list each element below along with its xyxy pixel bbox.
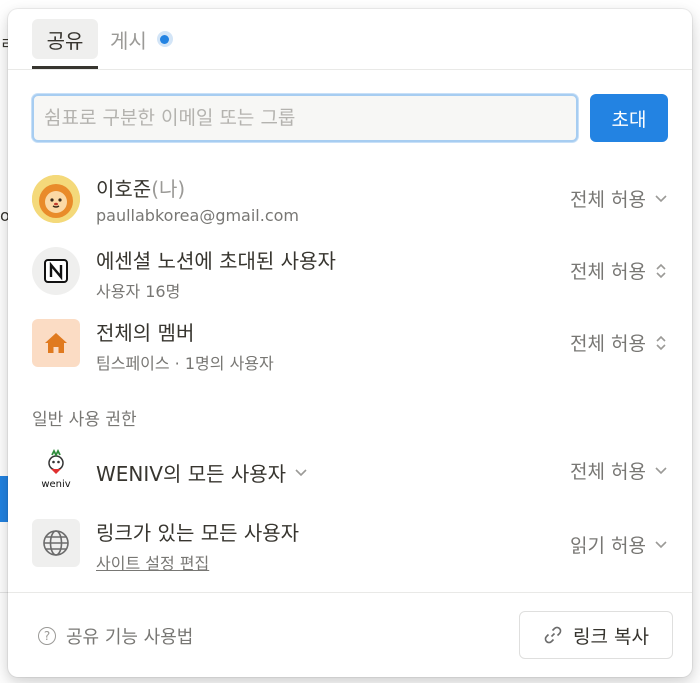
tab-share[interactable]: 공유 [32,19,98,59]
chevron-down-icon [295,468,307,476]
background-blue-element [0,476,8,522]
publish-status-dot-icon [156,31,173,47]
share-help-link[interactable]: ? 공유 기능 사용법 [38,623,193,649]
home-icon [32,319,80,367]
help-label: 공유 기능 사용법 [66,627,194,648]
workspace-access-dropdown[interactable]: WENIV의 모든 사용자 [96,458,308,487]
member-subtitle: 팀스페이스 · 1명의 사용자 [96,354,274,373]
member-name: 이호준 (나) [96,173,299,202]
tab-bar: 공유 게시 [8,9,692,70]
general-access-label: 일반 사용 권한 [32,410,137,430]
notion-logo-icon [32,247,80,295]
globe-icon [32,519,80,567]
permission-label: 전체 허용 [570,261,646,283]
member-name: 전체의 멤버 [96,321,195,345]
permission-label: 읽기 허용 [570,535,646,557]
permission-dropdown[interactable]: 읽기 허용 [570,531,668,558]
permission-dropdown[interactable]: 전체 허용 [570,185,668,212]
weniv-logo-icon: weniv [32,447,80,495]
member-email: paullabkorea@gmail.com [96,206,300,225]
lion-avatar-icon [32,175,80,223]
permission-dropdown[interactable]: 전체 허용 [570,457,668,484]
site-settings-link[interactable]: 사이트 설정 편집 [96,550,299,574]
permission-label: 전체 허용 [570,461,646,483]
share-popup: 공유 게시 초대 이호준(나) paullabkorea@gm [8,9,692,677]
general-access-row: 링크가 있는 모든 사용자 사이트 설정 편집 읽기 허용 [32,517,668,573]
link-icon [544,626,562,644]
permission-dropdown[interactable]: 전체 허용 [570,329,668,356]
member-row: 이호준 (나) paullabkorea@gmail.com 전체 허용 [32,173,668,225]
general-access-row: weniv WENIV의 모든 사용자 전체 허용 [32,445,668,497]
workspace-access-label: WENIV의 모든 사용자 [96,462,287,486]
copy-link-button[interactable]: 링크 복사 [519,611,673,659]
chevron-down-icon [655,466,667,474]
chevron-down-icon [655,194,667,202]
permission-label: 전체 허용 [570,189,646,211]
invite-button[interactable]: 초대 [590,94,668,142]
chevron-updown-icon [656,335,666,350]
background-divider [0,592,8,593]
member-name: 에센셜 노션에 초대된 사용자 [96,249,336,273]
permission-dropdown[interactable]: 전체 허용 [570,257,668,284]
permission-label: 전체 허용 [570,333,646,355]
me-tag: (나) [151,177,186,201]
tab-publish[interactable]: 게시 [110,19,173,59]
tab-publish-label: 게시 [110,28,147,53]
question-icon: ? [38,627,56,645]
link-access-name: 링크가 있는 모든 사용자 [96,521,300,545]
chevron-updown-icon [656,263,666,278]
invite-email-input[interactable] [32,94,578,142]
member-count: 사용자 16명 [96,282,181,301]
member-row: 에센셜 노션에 초대된 사용자 사용자 16명 전체 허용 [32,245,668,301]
chevron-down-icon [655,540,667,548]
footer: ? 공유 기능 사용법 링크 복사 [8,592,692,677]
tab-share-label: 공유 [46,28,84,53]
weniv-logo-text: weniv [41,479,70,490]
active-tab-indicator [32,66,98,69]
copy-link-label: 링크 복사 [573,625,649,648]
member-row: 전체의 멤버 팀스페이스 · 1명의 사용자 전체 허용 [32,317,668,373]
member-name-text: 이호준 [96,177,152,201]
